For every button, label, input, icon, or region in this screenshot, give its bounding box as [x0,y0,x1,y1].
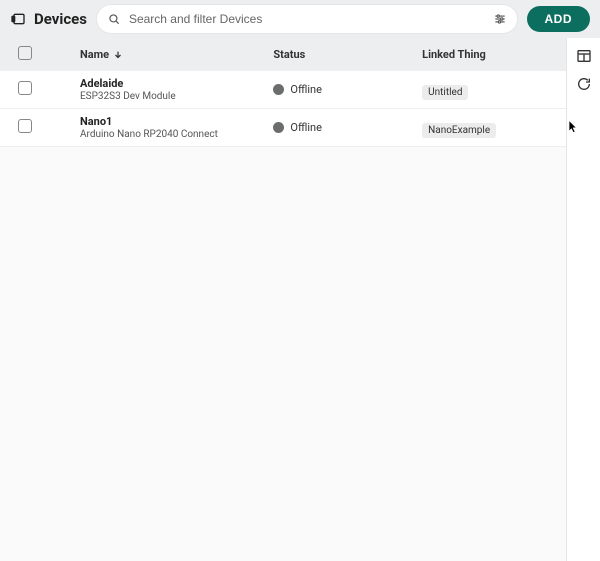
col-header-linked-thing[interactable]: Linked Thing [422,48,556,61]
select-all-checkbox[interactable] [18,46,32,60]
col-header-name-label: Name [80,48,109,61]
add-button[interactable]: ADD [527,6,591,32]
search-field[interactable] [97,5,517,33]
columns-button[interactable] [576,48,592,64]
table-row[interactable]: Adelaide ESP32S3 Dev Module Offline Unti… [0,71,566,109]
top-bar: Devices ADD [0,0,600,38]
linked-thing-chip[interactable]: NanoExample [422,123,496,138]
col-header-name[interactable]: Name [80,48,273,61]
device-name: Nano1 [80,115,218,128]
table-row[interactable]: Nano1 Arduino Nano RP2040 Connect Offlin… [0,109,566,147]
row-checkbox[interactable] [18,81,32,95]
device-model: Arduino Nano RP2040 Connect [80,129,218,140]
search-icon [107,12,121,26]
status-text: Offline [290,121,322,134]
search-input[interactable] [129,12,485,26]
device-name: Adelaide [80,77,176,90]
table-header: Name Status Linked Thing [0,38,566,71]
devices-table: Name Status Linked Thing Adelaide ESP32S… [0,38,566,561]
status-text: Offline [290,83,322,96]
page-title-wrap: Devices [10,10,87,28]
device-model: ESP32S3 Dev Module [80,91,176,102]
page-title: Devices [34,10,87,28]
col-header-linked-thing-label: Linked Thing [422,48,486,61]
status-dot-icon [273,84,284,95]
refresh-button[interactable] [576,76,592,92]
row-checkbox[interactable] [18,119,32,133]
devices-icon [10,11,26,27]
sort-desc-icon [113,50,123,60]
col-header-status-label: Status [273,48,305,61]
status-dot-icon [273,122,284,133]
linked-thing-chip[interactable]: Untitled [422,85,468,100]
filter-icon[interactable] [493,12,507,26]
col-header-status[interactable]: Status [273,48,422,61]
side-toolbar [566,38,600,561]
